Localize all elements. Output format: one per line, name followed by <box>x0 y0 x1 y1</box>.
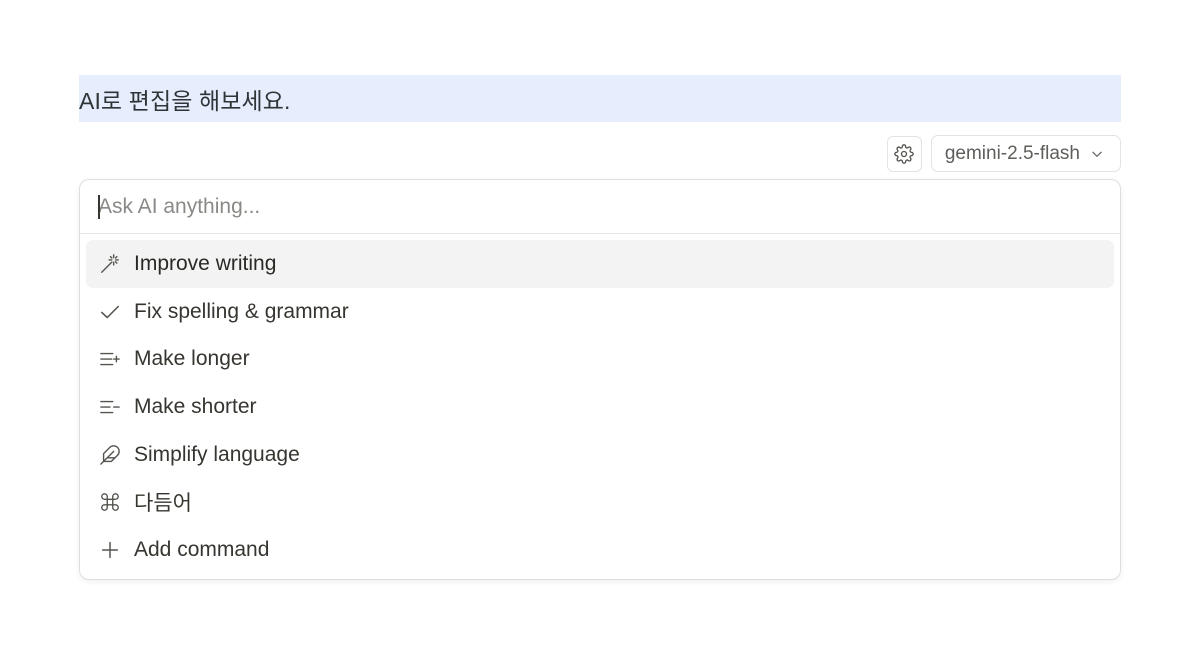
ai-toolbar: gemini-2.5-flash <box>886 135 1121 172</box>
model-label: gemini-2.5-flash <box>944 142 1080 164</box>
ask-input-row <box>80 180 1120 234</box>
menu-item-make-longer[interactable]: Make longer <box>86 335 1114 383</box>
menu-item-add-command[interactable]: Add command <box>86 526 1114 574</box>
ai-command-panel: Improve writing Fix spelling & grammar <box>79 179 1121 580</box>
gear-icon <box>894 143 915 164</box>
command-menu: Improve writing Fix spelling & grammar M… <box>80 234 1120 579</box>
plus-icon <box>98 538 122 562</box>
menu-item-custom-command[interactable]: 다듬어 <box>86 478 1114 526</box>
magic-wand-icon <box>98 252 122 276</box>
menu-item-label: Make longer <box>134 347 250 371</box>
model-select[interactable]: gemini-2.5-flash <box>930 135 1121 172</box>
check-icon <box>98 300 122 324</box>
menu-item-label: Make shorter <box>134 394 257 418</box>
lines-plus-icon <box>98 347 122 371</box>
selected-text: AI로 편집을 해보세요. <box>79 87 291 114</box>
menu-item-simplify-language[interactable]: Simplify language <box>86 431 1114 479</box>
menu-item-label: Fix spelling & grammar <box>134 299 349 323</box>
menu-item-label: 다듬어 <box>134 492 192 516</box>
menu-item-label: Improve writing <box>134 251 277 275</box>
chevron-down-icon <box>1090 147 1104 161</box>
menu-item-label: Add command <box>134 537 270 561</box>
command-icon <box>98 490 122 514</box>
ask-ai-input[interactable] <box>98 194 1078 219</box>
selected-text-block[interactable]: AI로 편집을 해보세요. <box>79 75 1121 122</box>
menu-item-fix-spelling[interactable]: Fix spelling & grammar <box>86 288 1114 336</box>
text-caret <box>98 194 100 219</box>
lines-minus-icon <box>98 395 122 419</box>
feather-icon <box>98 443 122 467</box>
menu-item-label: Simplify language <box>134 442 300 466</box>
menu-item-improve-writing[interactable]: Improve writing <box>86 240 1114 288</box>
menu-item-make-shorter[interactable]: Make shorter <box>86 383 1114 431</box>
settings-button[interactable] <box>886 135 922 172</box>
ai-edit-page: AI로 편집을 해보세요. gemini-2.5-flash Ask AI an… <box>0 0 1200 660</box>
